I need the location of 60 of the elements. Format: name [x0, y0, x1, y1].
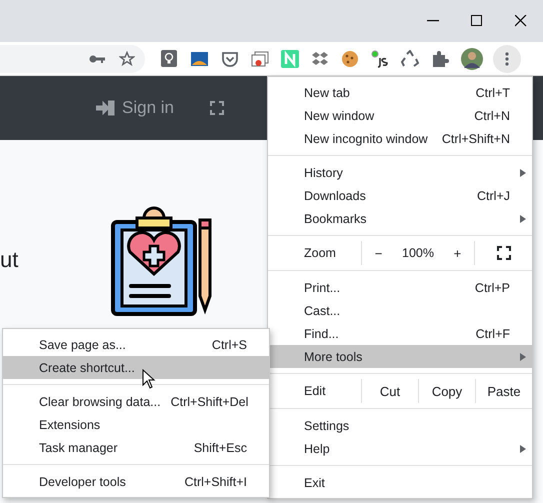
edit-label: Edit	[304, 384, 327, 398]
fullscreen-icon[interactable]	[496, 246, 510, 260]
shortcut-text: Ctrl+F	[476, 326, 510, 340]
menu-item[interactable]: Extensions	[3, 413, 269, 436]
shortcut-text: Ctrl+Shift+Del	[170, 394, 248, 408]
address-bar[interactable]	[0, 44, 145, 72]
menu-item[interactable]: More tools	[268, 345, 532, 368]
menu-item[interactable]: Help	[268, 437, 532, 460]
maximize-icon[interactable]	[471, 15, 483, 27]
menu-item[interactable]: History	[268, 161, 532, 184]
edit-action-button[interactable]: Cut	[361, 379, 418, 403]
shortcut-text: Ctrl+J	[477, 188, 510, 202]
menu-item[interactable]: Clear browsing data... Ctrl+Shift+Del	[3, 390, 269, 413]
zoom-out-button[interactable]: −	[368, 246, 388, 260]
kebab-icon[interactable]	[505, 52, 509, 66]
recycle-icon[interactable]	[401, 50, 419, 68]
shortcut-text: Shift+Esc	[194, 440, 247, 454]
lightbulb-icon[interactable]	[161, 50, 179, 68]
pocket-icon[interactable]	[221, 50, 239, 68]
menu-item[interactable]: New incognito window Ctrl+Shift+N	[268, 127, 532, 150]
shortcut-text: Ctrl+S	[212, 338, 247, 352]
menu-item[interactable]: Print... Ctrl+P	[268, 276, 532, 299]
key-icon[interactable]	[89, 54, 105, 64]
menu-item[interactable]: Save page as... Ctrl+S	[3, 333, 269, 356]
sign-in-button[interactable]: Sign in	[96, 98, 174, 118]
close-icon[interactable]	[515, 15, 527, 27]
extension-icon[interactable]	[371, 50, 389, 68]
menu-button[interactable]	[493, 44, 521, 72]
menu-item[interactable]: Developer tools Ctrl+Shift+I	[3, 470, 269, 493]
menu-item[interactable]: Exit	[268, 471, 532, 494]
minimize-icon[interactable]	[427, 20, 439, 22]
menu-item[interactable]: Settings	[268, 414, 532, 437]
menu-item[interactable]: Create shortcut...	[3, 356, 269, 379]
cursor-icon	[142, 369, 156, 389]
edit-action-button[interactable]: Paste	[475, 379, 532, 403]
zoom-in-button[interactable]: +	[448, 246, 468, 260]
menu-item[interactable]: Task manager Shift+Esc	[3, 436, 269, 459]
shortcut-text: Ctrl+P	[474, 280, 510, 294]
menu-item[interactable]: New window Ctrl+N	[268, 104, 532, 127]
menu-item[interactable]: Cast...	[268, 299, 532, 322]
menu-item[interactable]: Downloads Ctrl+J	[268, 184, 532, 207]
windows-icon[interactable]	[251, 50, 269, 68]
extension-icon[interactable]	[191, 50, 209, 68]
avatar-icon[interactable]	[461, 48, 483, 70]
sign-in-icon[interactable]	[96, 100, 116, 116]
edit-action-button[interactable]: Copy	[418, 379, 475, 403]
shortcut-text: Ctrl+T	[476, 86, 510, 100]
cookie-icon[interactable]	[341, 50, 359, 68]
menu-item[interactable]: New tab Ctrl+T	[268, 81, 532, 104]
zoom-level-text: 100%	[402, 246, 434, 260]
dropbox-icon[interactable]	[311, 50, 329, 68]
star-icon[interactable]	[119, 50, 135, 66]
puzzle-icon[interactable]	[431, 50, 449, 68]
zoom-label: Zoom	[304, 246, 337, 260]
shortcut-text: Ctrl+Shift+I	[184, 474, 247, 488]
shortcut-text: Ctrl+N	[474, 108, 510, 122]
menu-item[interactable]: Bookmarks	[268, 207, 532, 230]
shortcut-text: Ctrl+Shift+N	[442, 132, 510, 146]
page-heading: ut	[0, 247, 20, 273]
menu-item[interactable]: Find... Ctrl+F	[268, 322, 532, 345]
